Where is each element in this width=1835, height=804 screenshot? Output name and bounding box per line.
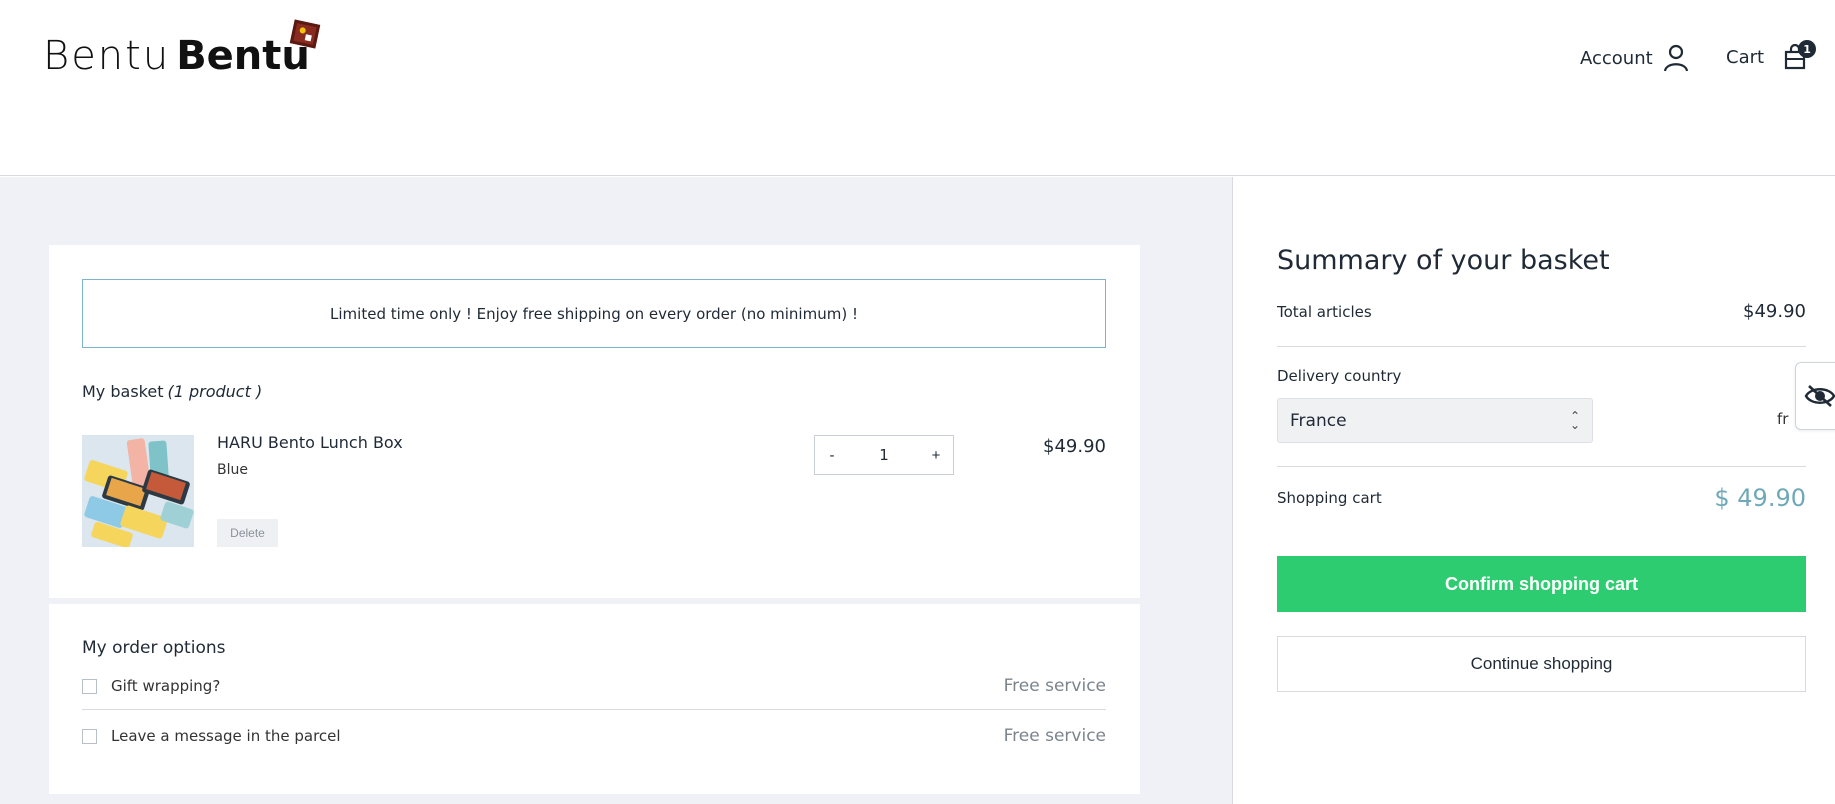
- order-options-title: My order options: [82, 638, 226, 658]
- delivery-country-select[interactable]: France ⌃ ⌄: [1277, 398, 1593, 443]
- decrease-quantity-button[interactable]: -: [815, 436, 849, 474]
- total-articles-row: Total articles $49.90: [1277, 301, 1806, 322]
- shopping-cart-total-row: Shopping cart $ 49.90: [1277, 484, 1806, 512]
- option-left: Leave a message in the parcel: [82, 727, 341, 745]
- delete-button[interactable]: Delete: [217, 519, 278, 547]
- bento-box-logo-icon: [289, 19, 321, 49]
- delivery-country-label: Delivery country: [1277, 367, 1402, 385]
- select-arrows-icon: ⌃ ⌄: [1569, 408, 1580, 432]
- basket-card: Limited time only ! Enjoy free shipping …: [49, 245, 1140, 598]
- quantity-stepper: - 1 +: [814, 435, 954, 475]
- account-label: Account: [1580, 47, 1653, 69]
- site-logo[interactable]: Bentu Bentu: [43, 33, 310, 79]
- logo-text-light: Bentu: [43, 33, 171, 79]
- basket-title: My basket (1 product ): [82, 382, 262, 401]
- confirm-cart-button[interactable]: Confirm shopping cart: [1277, 556, 1806, 612]
- option-left: Gift wrapping?: [82, 677, 220, 695]
- product-image[interactable]: [82, 435, 194, 547]
- order-options-card: My order options Gift wrapping? Free ser…: [49, 604, 1140, 794]
- account-link[interactable]: Account: [1580, 44, 1689, 72]
- option-leave-message: Leave a message in the parcel Free servi…: [82, 716, 1106, 756]
- site-header: Bentu Bentu: [0, 0, 1835, 176]
- basket-summary-panel: Summary of your basket Total articles $4…: [1232, 177, 1835, 804]
- total-articles-value: $49.90: [1743, 301, 1806, 322]
- summary-title: Summary of your basket: [1277, 245, 1610, 276]
- eye-slash-icon: [1804, 385, 1835, 407]
- bento-boxes-photo: [82, 435, 194, 547]
- cart-icon-wrap: 1: [1784, 40, 1817, 70]
- basket-count: (1 product ): [167, 382, 263, 401]
- option-label: Gift wrapping?: [111, 677, 221, 695]
- selected-country: France: [1290, 410, 1347, 431]
- leave-message-checkbox[interactable]: [82, 728, 97, 744]
- quantity-value[interactable]: 1: [849, 446, 919, 464]
- option-gift-wrapping: Gift wrapping? Free service: [82, 666, 1106, 706]
- divider: [1277, 346, 1806, 347]
- divider: [1277, 466, 1806, 467]
- promo-banner: Limited time only ! Enjoy free shipping …: [82, 279, 1106, 348]
- option-value: Free service: [1003, 726, 1106, 746]
- delivery-cost-partial: fr: [1777, 410, 1789, 428]
- option-value: Free service: [1003, 676, 1106, 696]
- total-articles-label: Total articles: [1277, 302, 1372, 321]
- product-variant: Blue: [217, 462, 248, 478]
- accessibility-toggle-tab[interactable]: [1795, 362, 1835, 430]
- continue-shopping-button[interactable]: Continue shopping: [1277, 636, 1806, 692]
- cart-link[interactable]: Cart 1: [1726, 40, 1817, 70]
- user-icon: [1663, 44, 1688, 72]
- option-label: Leave a message in the parcel: [111, 727, 341, 745]
- divider: [82, 709, 1106, 710]
- product-name[interactable]: HARU Bento Lunch Box: [217, 433, 403, 452]
- shopping-cart-label: Shopping cart: [1277, 489, 1382, 507]
- increase-quantity-button[interactable]: +: [919, 436, 953, 474]
- gift-wrapping-checkbox[interactable]: [82, 678, 97, 694]
- shopping-cart-total: $ 49.90: [1714, 484, 1806, 512]
- basket-title-text: My basket: [82, 382, 164, 401]
- product-price: $49.90: [1043, 436, 1106, 457]
- cart-label: Cart: [1726, 46, 1765, 68]
- cart-count-badge: 1: [1798, 40, 1817, 58]
